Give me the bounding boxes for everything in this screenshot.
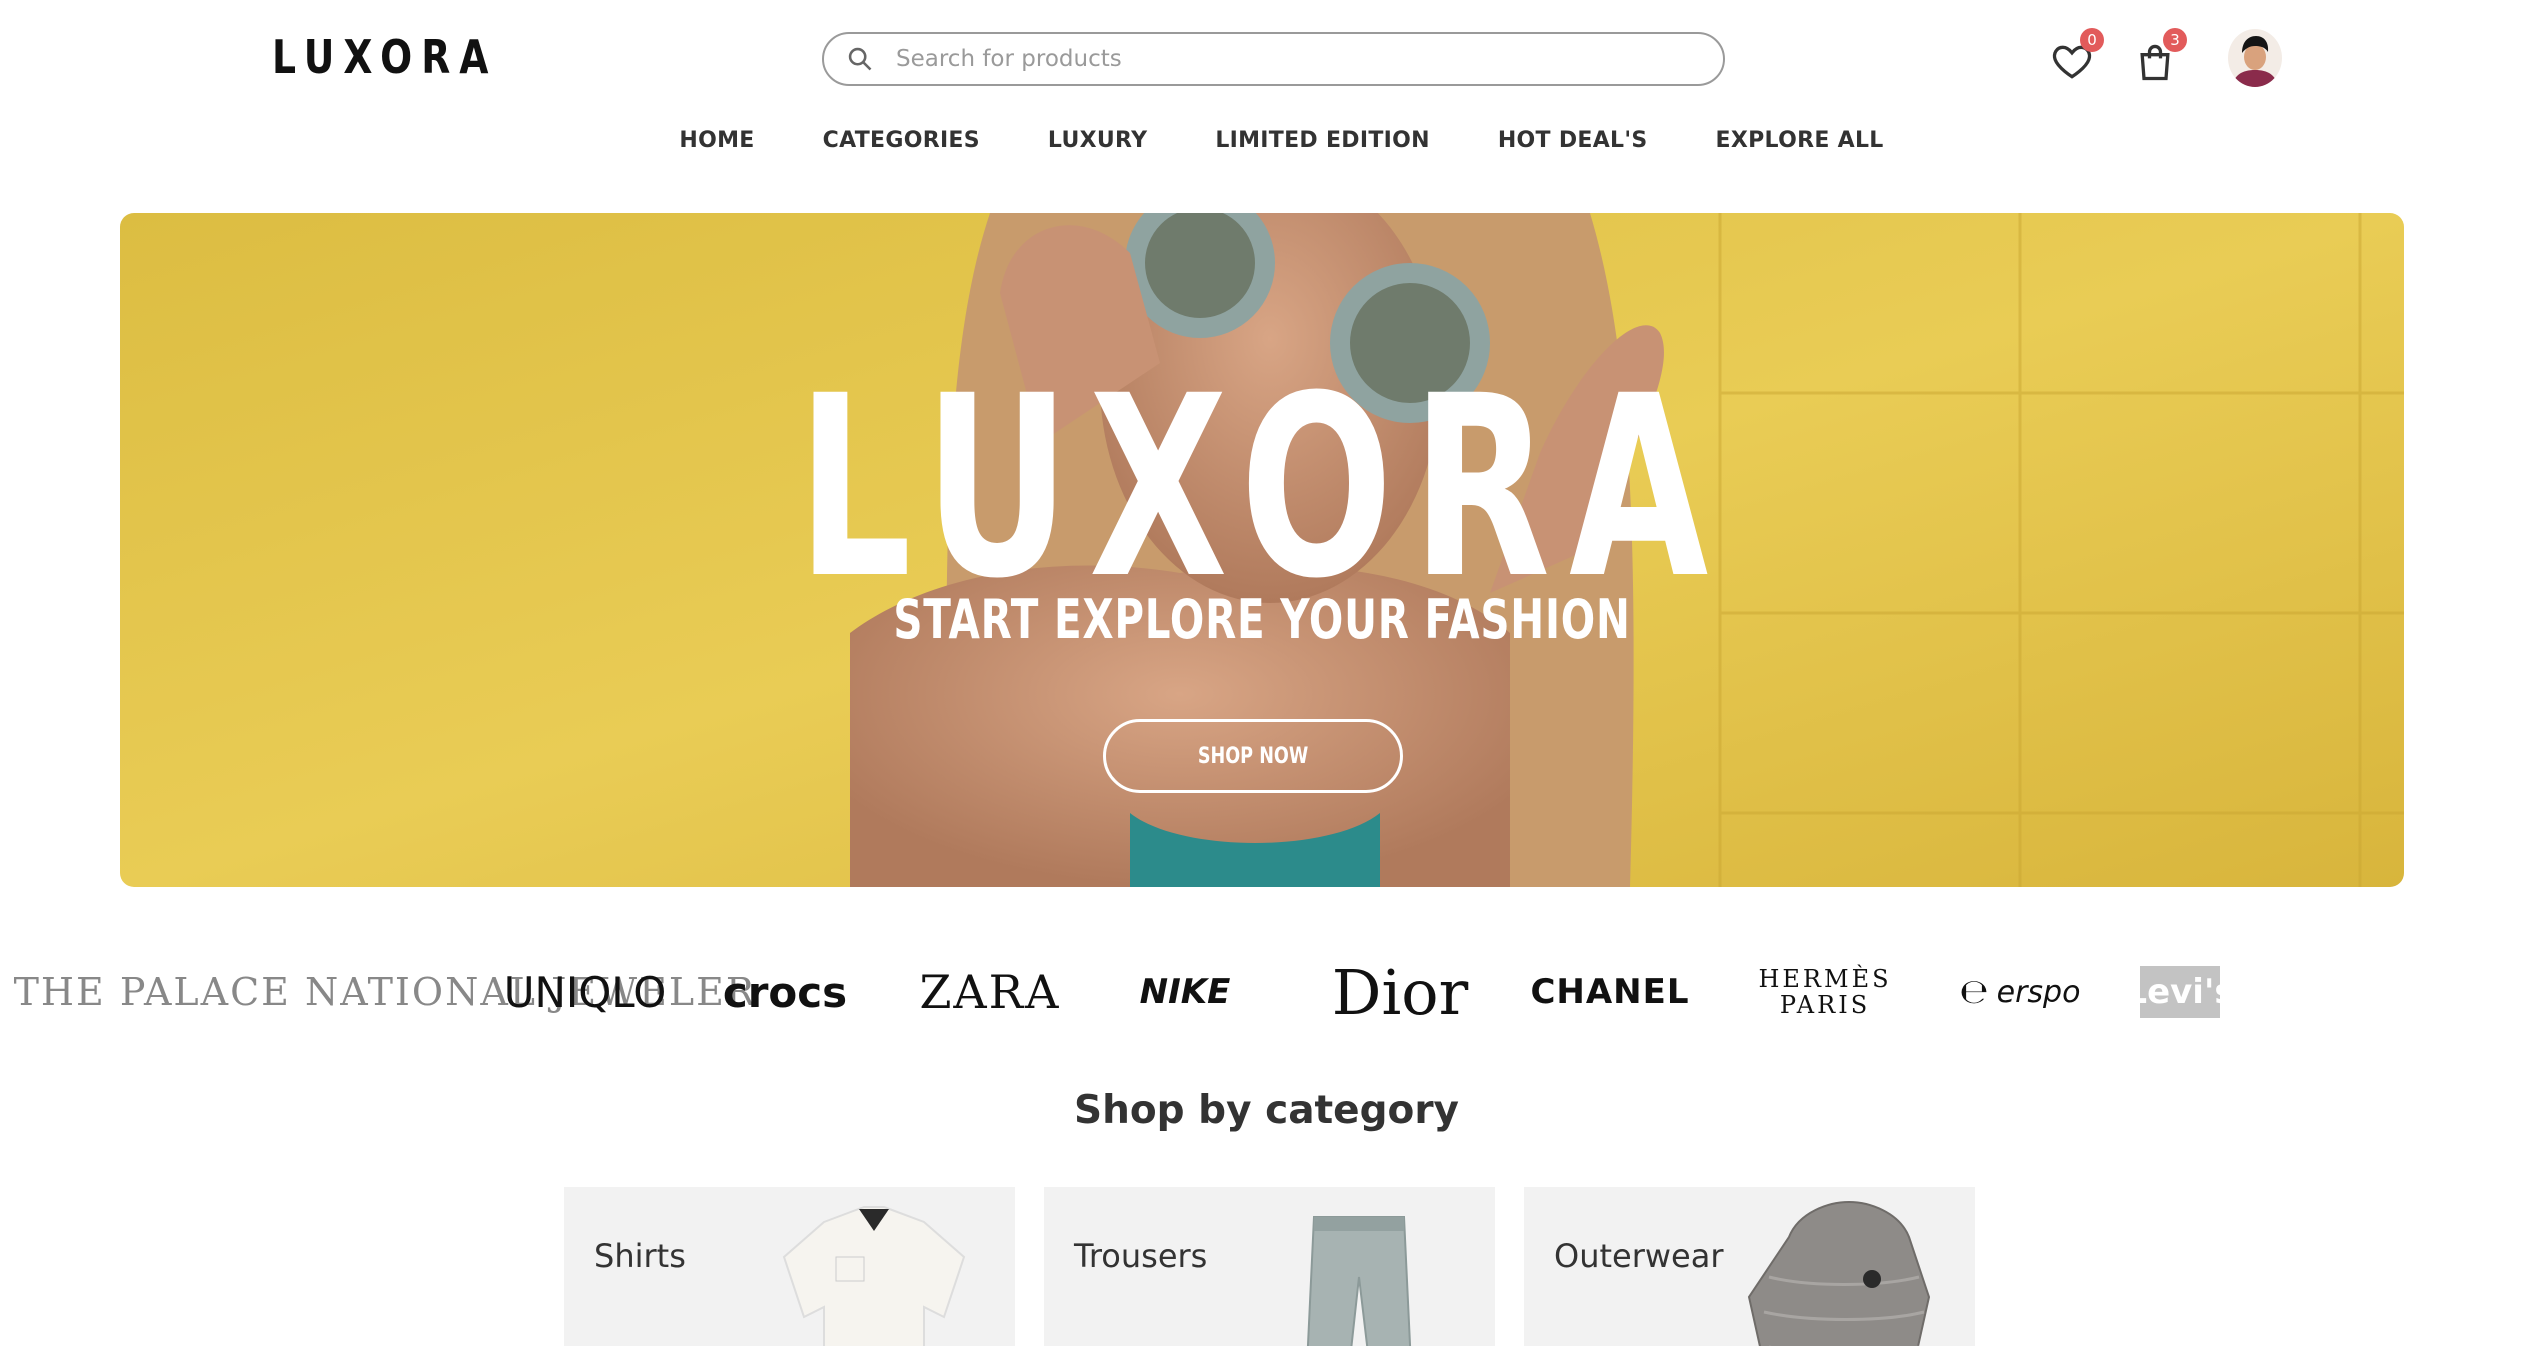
brand-strip: THE PALACE NATIONAL JEWELER UNIQLO crocs… (14, 952, 2220, 1032)
erspo-mark-icon: ℮ (1959, 972, 1989, 1012)
category-card-shirts[interactable]: Shirts (564, 1187, 1015, 1346)
brand-logo-levis[interactable]: Levi's (2140, 952, 2220, 1032)
category-card-outerwear[interactable]: Outerwear (1524, 1187, 1975, 1346)
brand-logo-zara[interactable]: ZARA (910, 952, 1070, 1032)
nav-luxury[interactable]: LUXURY (1048, 128, 1147, 153)
hero-banner: LUXORA START EXPLORE YOUR FASHION SHOP N… (120, 213, 2404, 887)
hero-subtitle: START EXPLORE YOUR FASHION (893, 588, 1631, 651)
shirt-image (782, 1206, 966, 1346)
brand-logo-crocs[interactable]: crocs (705, 952, 865, 1032)
trousers-image (1306, 1216, 1412, 1346)
search-input[interactable] (896, 46, 1676, 72)
nav-limited-edition[interactable]: LIMITED EDITION (1215, 128, 1430, 153)
user-avatar[interactable] (2228, 29, 2282, 87)
brand-logo-nike[interactable]: NIKE (1120, 952, 1250, 1032)
search-icon (848, 47, 872, 71)
wishlist-count-badge: 0 (2080, 28, 2104, 52)
wishlist-button[interactable]: 0 (2050, 28, 2104, 84)
search-bar[interactable] (822, 32, 1725, 86)
brand-logo-hermes[interactable]: HERMÈS PARIS (1740, 952, 1910, 1032)
shop-now-button[interactable]: SHOP NOW (1103, 719, 1403, 793)
shop-by-category-title: Shop by category (1074, 1088, 1459, 1133)
nav-explore-all[interactable]: EXPLORE ALL (1716, 128, 1884, 153)
category-label: Shirts (594, 1237, 686, 1275)
main-nav: HOME CATEGORIES LUXURY LIMITED EDITION H… (0, 128, 2533, 153)
shop-now-label: SHOP NOW (1197, 743, 1309, 769)
brand-logo-palace[interactable]: THE PALACE NATIONAL JEWELER (14, 952, 755, 1032)
category-label: Trousers (1074, 1237, 1208, 1275)
nav-home[interactable]: HOME (679, 128, 754, 153)
jacket-image (1747, 1200, 1931, 1346)
brand-logo-uniqlo[interactable]: UNIQLO (500, 952, 670, 1032)
brand-logo-erspo[interactable]: ℮ erspo (1940, 952, 2100, 1032)
brand-logo-chanel[interactable]: CHANEL (1530, 952, 1690, 1032)
category-card-trousers[interactable]: Trousers (1044, 1187, 1495, 1346)
cart-count-badge: 3 (2163, 28, 2187, 52)
nav-categories[interactable]: CATEGORIES (823, 128, 980, 153)
hero-title: LUXORA (796, 342, 1728, 633)
cart-button[interactable]: 3 (2133, 28, 2187, 84)
brand-name: erspo (1996, 974, 2081, 1010)
category-label: Outerwear (1554, 1237, 1724, 1275)
site-logo[interactable]: LUXORA (272, 30, 497, 84)
nav-hot-deals[interactable]: HOT DEAL'S (1498, 128, 1648, 153)
brand-logo-dior[interactable]: Dior (1320, 952, 1480, 1032)
brand-name: Levi's (2140, 966, 2220, 1018)
